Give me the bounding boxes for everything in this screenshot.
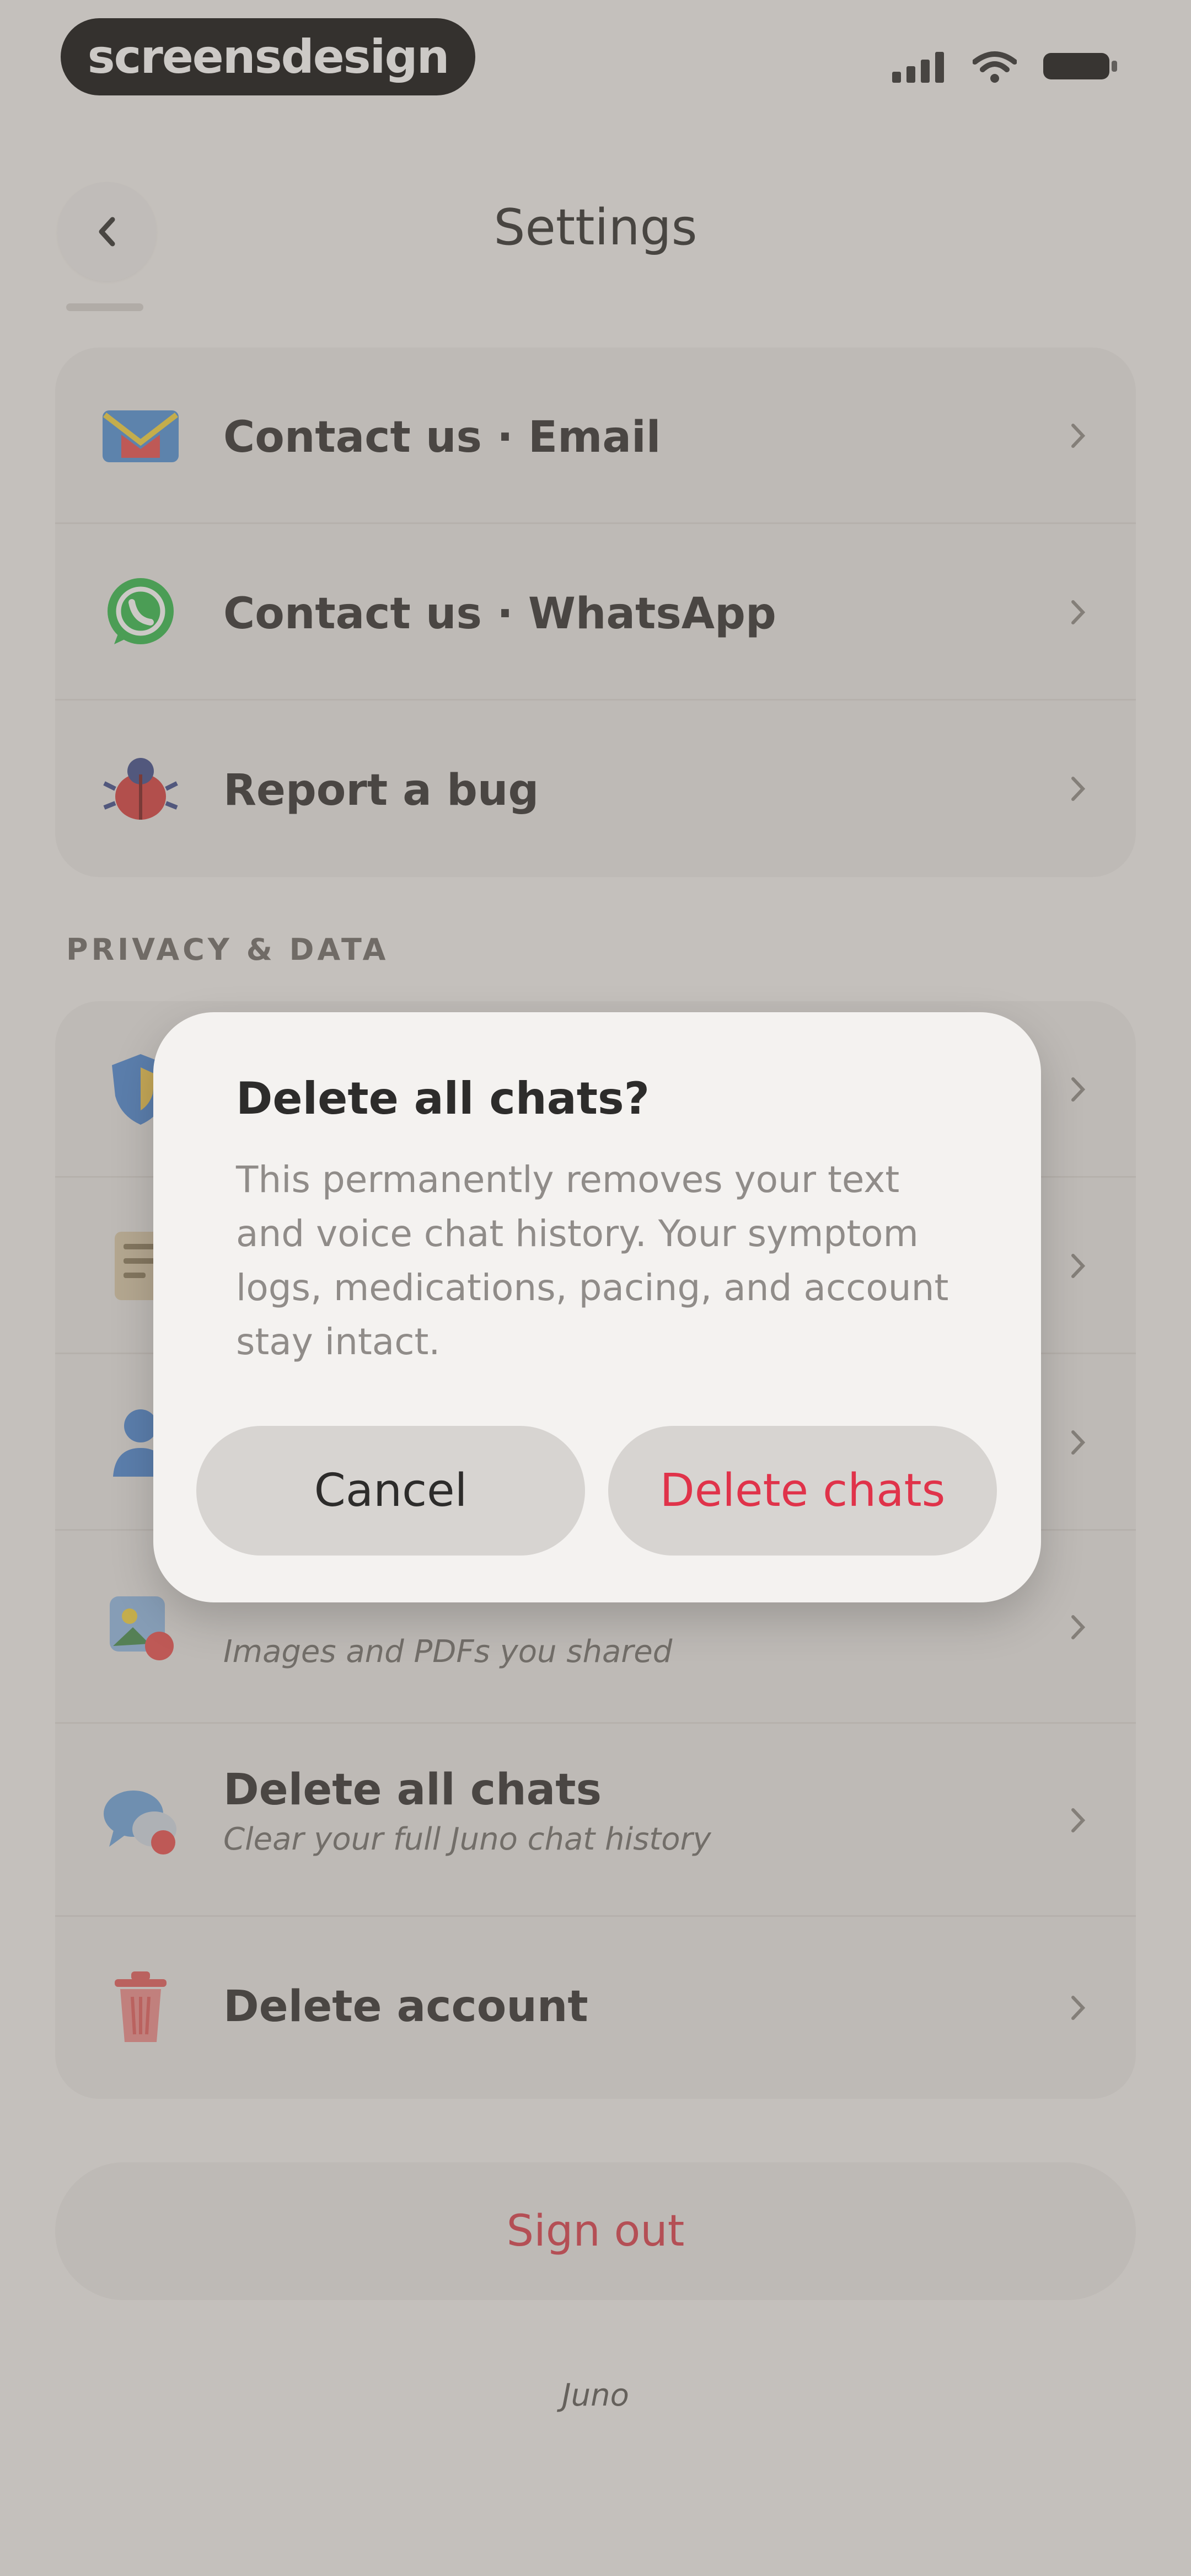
delete-chats-button[interactable]: Delete chats bbox=[608, 1426, 997, 1556]
dialog-body: This permanently removes your text and v… bbox=[236, 1158, 949, 1363]
settings-screen: screensdesign Settings Contact us · Emai… bbox=[0, 0, 1191, 2576]
delete-chats-dialog: Delete all chats? This permanently remov… bbox=[153, 1012, 1041, 1602]
dialog-title: Delete all chats? bbox=[236, 1073, 650, 1124]
cancel-button[interactable]: Cancel bbox=[196, 1426, 585, 1556]
